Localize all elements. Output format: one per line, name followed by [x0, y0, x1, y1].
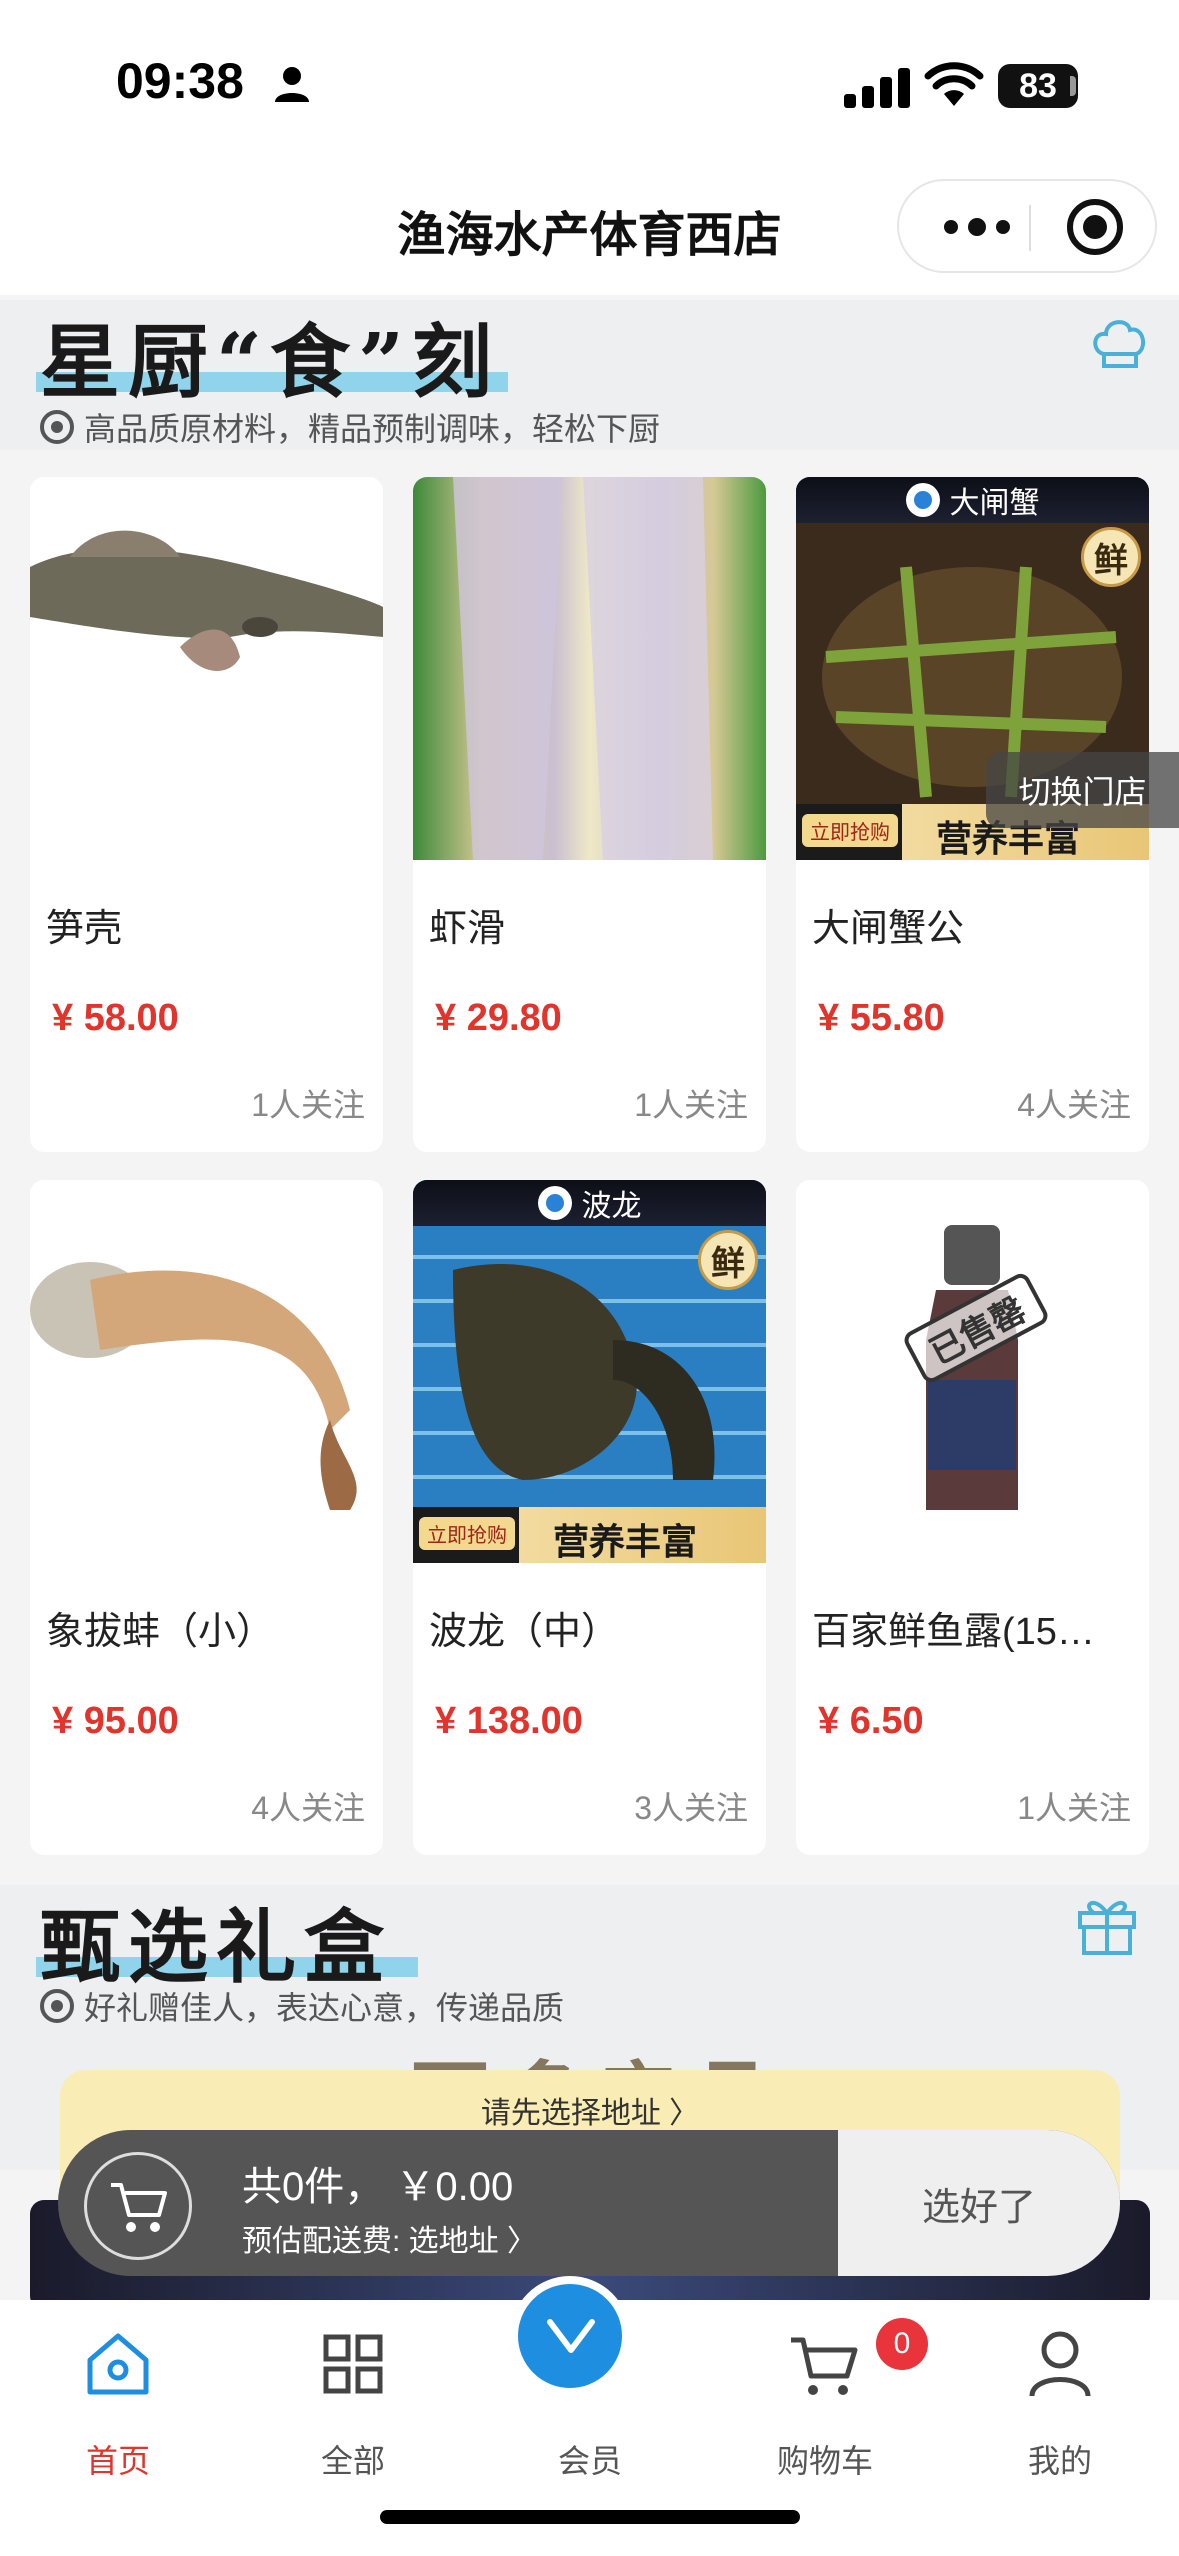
product-follow-count: 3人关注: [634, 1790, 748, 1826]
checkout-button[interactable]: 选好了: [838, 2130, 1120, 2276]
tab-label: 全部: [320, 2443, 385, 2479]
product-card[interactable]: 象拔蚌（小） ¥ 95.00 4人关注: [30, 1180, 383, 1855]
product-price: ¥ 58.00: [52, 997, 179, 1039]
section-subtitle-text: 好礼赠佳人，表达心意，传递品质: [84, 1990, 565, 2026]
product-name: 波龙（中）: [429, 1611, 620, 1653]
home-indicator: [380, 2510, 800, 2524]
section-subtitle: 高品质原材料，精品预制调味，轻松下厨: [40, 404, 660, 450]
product-price: ¥ 55.80: [818, 997, 945, 1039]
gift-icon: [1078, 1900, 1136, 1955]
section-subtitle: 好礼赠佳人，表达心意，传递品质: [40, 1983, 564, 2029]
more-icon[interactable]: [937, 205, 1017, 249]
chef-hat-icon: [1093, 320, 1146, 368]
cart-total: 共0件， ￥0.00: [242, 2165, 514, 2209]
status-bar: 09:38 83: [0, 0, 1179, 175]
product-follow-count: 1人关注: [1017, 1790, 1131, 1826]
address-prompt[interactable]: 请先选择地址 〉: [60, 2088, 1120, 2132]
product-follow-count: 1人关注: [634, 1087, 748, 1123]
tab-home[interactable]: 首页: [38, 2320, 198, 2479]
product-name: 象拔蚌（小）: [46, 1611, 275, 1653]
product-image-fish: [30, 477, 383, 860]
target-icon: [40, 410, 74, 444]
section-banner-chef: 星厨“食”刻 高品质原材料，精品预制调味，轻松下厨: [0, 300, 1179, 450]
tab-profile[interactable]: 我的: [980, 2320, 1140, 2479]
section-subtitle-text: 高品质原材料，精品预制调味，轻松下厨: [84, 411, 661, 447]
deal-banner-title: 大闸蟹: [949, 487, 1040, 520]
product-name: 大闸蟹公: [812, 908, 965, 950]
product-price: ¥ 138.00: [435, 1700, 583, 1742]
brand-logo-icon: [905, 483, 940, 517]
product-name: 百家鲜鱼露(15…: [812, 1611, 1095, 1653]
fresh-badge: 鲜: [698, 1230, 758, 1290]
tab-label: 会员: [557, 2443, 622, 2479]
fresh-badge: 鲜: [1081, 527, 1141, 587]
deal-banner-top: 大闸蟹: [796, 477, 1149, 523]
capsule-divider: [1029, 205, 1031, 251]
person-icon: [275, 67, 309, 102]
home-icon: [87, 2333, 149, 2395]
product-card[interactable]: 虾滑 ¥ 29.80 1人关注: [413, 477, 766, 1152]
section-title: 甄选礼盒: [40, 1900, 392, 1994]
product-follow-count: 4人关注: [251, 1790, 365, 1826]
tab-label: 首页: [85, 2443, 150, 2479]
member-button[interactable]: [510, 2276, 630, 2396]
deal-banner-bottom: 立即抢购 营养丰富: [413, 1507, 766, 1563]
battery-indicator: 83: [998, 64, 1078, 108]
cart-bar-icon[interactable]: [84, 2152, 192, 2260]
cart-icon: [791, 2337, 858, 2395]
wifi-icon: [924, 62, 984, 106]
cart-count-badge: 0: [876, 2318, 928, 2370]
tab-member[interactable]: 会员: [510, 2276, 670, 2479]
deal-banner-top: 波龙: [413, 1180, 766, 1226]
switch-store-button[interactable]: 切换门店: [986, 752, 1179, 828]
grid-icon: [323, 2334, 383, 2394]
product-follow-count: 1人关注: [251, 1087, 365, 1123]
product-image-geoduck: [30, 1180, 383, 1563]
tab-label: 我的: [1027, 2443, 1092, 2479]
battery-cap: [1070, 76, 1076, 96]
product-name: 虾滑: [429, 908, 506, 950]
buy-now-tag: 立即抢购: [802, 814, 898, 847]
product-image-shrimp-paste: [413, 477, 766, 860]
product-price: ¥ 29.80: [435, 997, 562, 1039]
product-card[interactable]: 已售罄 百家鲜鱼露(15… ¥ 6.50 1人关注: [796, 1180, 1149, 1855]
tab-label: 购物车: [776, 2443, 873, 2479]
deal-banner-title: 波龙: [581, 1190, 642, 1223]
cart-delivery-fee[interactable]: 预估配送费: 选地址 〉: [242, 2216, 537, 2260]
close-miniapp-icon[interactable]: [1067, 199, 1123, 255]
user-icon: [1029, 2331, 1091, 2397]
product-follow-count: 4人关注: [1017, 1087, 1131, 1123]
target-icon: [40, 1989, 74, 2023]
cart-bar: 共0件， ￥0.00 预估配送费: 选地址 〉 选好了: [58, 2130, 1120, 2276]
product-card[interactable]: 波龙 鲜 立即抢购 营养丰富 波龙（中） ¥ 138.00 3人关注: [413, 1180, 766, 1855]
tab-all[interactable]: 全部: [273, 2320, 433, 2479]
product-card[interactable]: 笋壳 ¥ 58.00 1人关注: [30, 477, 383, 1152]
diamond-icon: [547, 2319, 595, 2353]
nutrition-tag: 营养丰富: [553, 1521, 698, 1563]
product-name: 笋壳: [46, 908, 123, 950]
buy-now-tag: 立即抢购: [419, 1517, 515, 1550]
product-price: ¥ 95.00: [52, 1700, 179, 1742]
signal-icon: [844, 68, 910, 108]
nav-bar: 渔海水产体育西店: [0, 175, 1179, 295]
product-image-fish-sauce: 已售罄: [796, 1180, 1149, 1563]
product-image-lobster: 波龙 鲜 立即抢购 营养丰富: [413, 1180, 766, 1563]
section-title: 星厨“食”刻: [40, 315, 501, 409]
product-price: ¥ 6.50: [818, 1700, 924, 1742]
miniapp-capsule: [897, 179, 1157, 273]
brand-logo-icon: [537, 1186, 572, 1220]
status-time: 09:38: [116, 53, 244, 109]
